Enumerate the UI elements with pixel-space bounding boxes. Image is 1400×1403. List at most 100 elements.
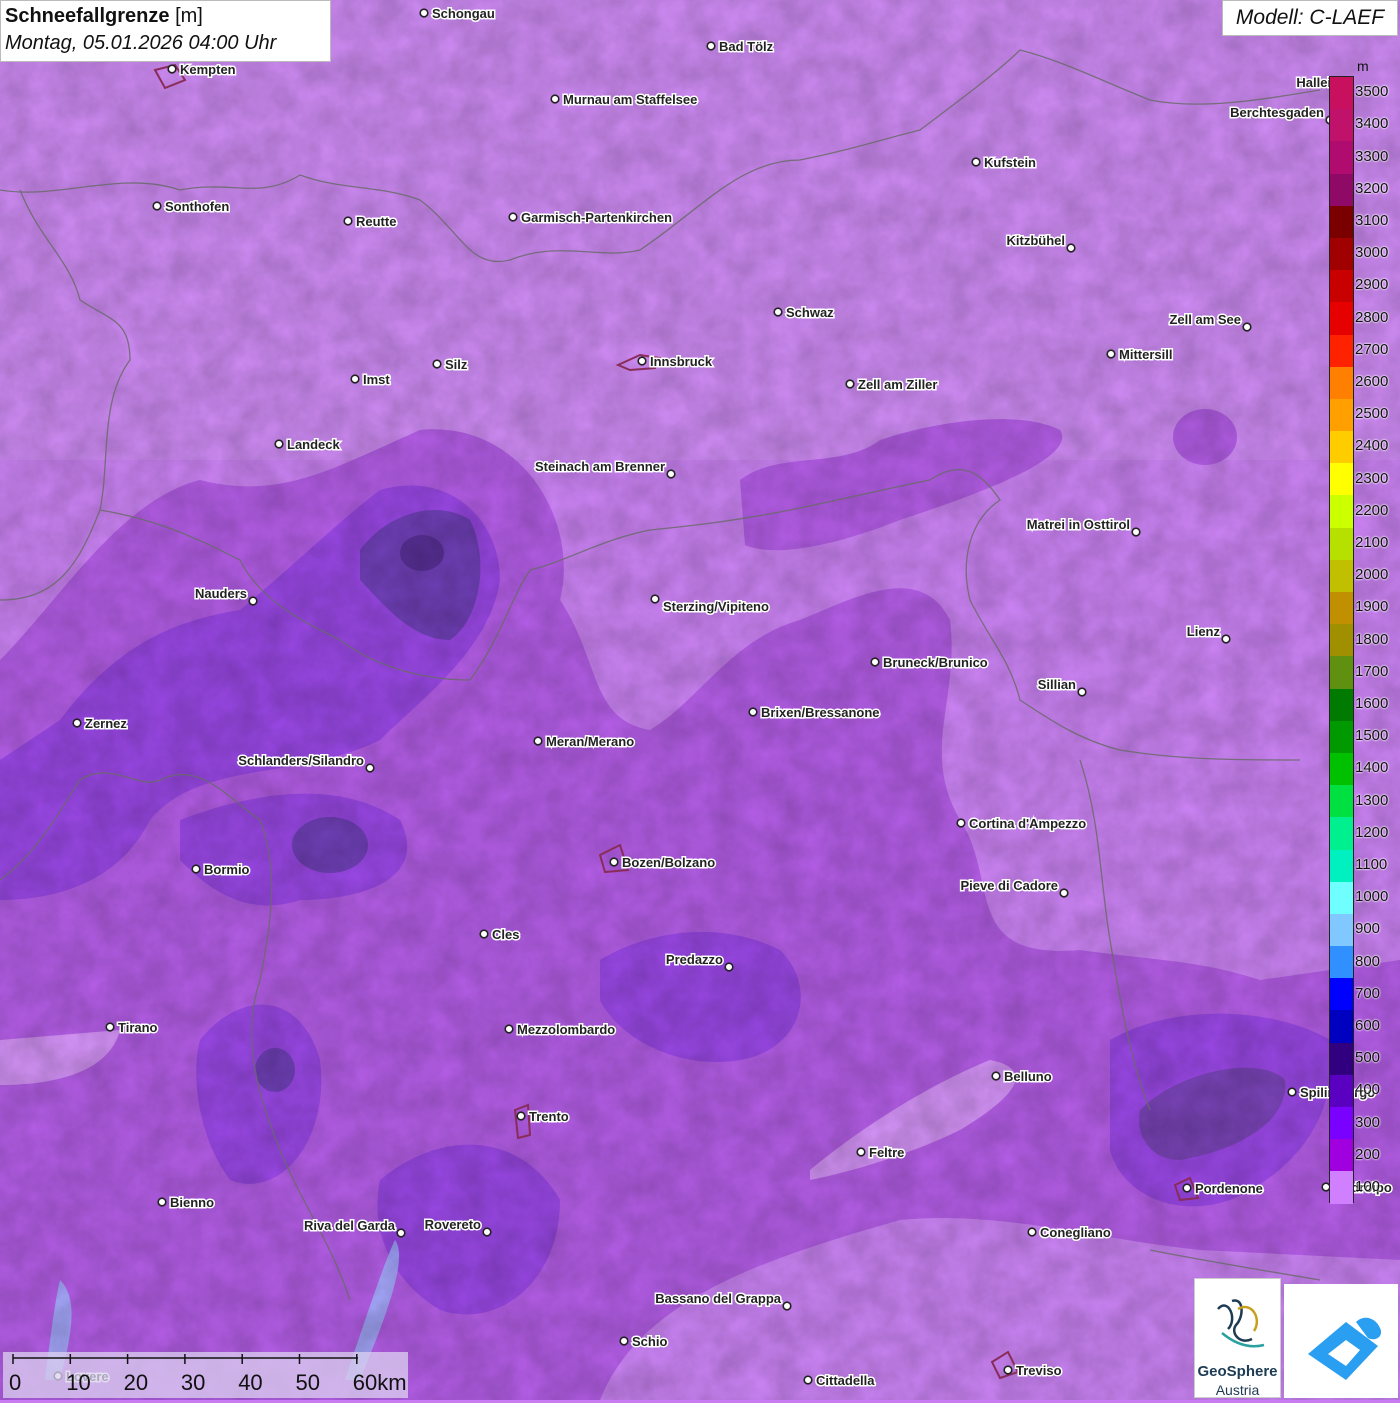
city-label: Predazzo (666, 952, 723, 967)
model-label: Modell: C-LAEF (1222, 0, 1398, 36)
scale-label: 0 (9, 1370, 22, 1395)
legend-label: 100 (1355, 1177, 1381, 1195)
city-dot (419, 8, 429, 18)
legend-swatch (1330, 752, 1353, 786)
legend-label: 3400 (1355, 115, 1389, 133)
legend-label: 2300 (1355, 469, 1389, 487)
city-label: Schlanders/Silandro (238, 753, 364, 768)
city-dot (956, 818, 966, 828)
city-dot (782, 1301, 792, 1311)
city-label: Steinach am Brenner (535, 459, 665, 474)
city-label: Riva del Garda (304, 1218, 396, 1233)
city-marker: Meran/Merano (533, 733, 636, 751)
legend-label: 500 (1355, 1049, 1381, 1067)
city-label: Pieve di Cadore (960, 878, 1058, 893)
home-icon (1308, 1317, 1382, 1380)
legend-label: 1300 (1355, 791, 1389, 809)
city-label: Sonthofen (165, 199, 229, 214)
city-label: Bruneck/Brunico (883, 655, 988, 670)
city-marker: Pordenone (1182, 1180, 1264, 1198)
legend-swatch (1330, 270, 1353, 303)
legend-label: 2400 (1355, 437, 1389, 455)
city-label: Sterzing/Vipiteno (663, 599, 769, 614)
city-label: Treviso (1016, 1363, 1062, 1378)
legend-swatch (1330, 1171, 1353, 1204)
city-label: Brixen/Bressanone (761, 705, 880, 720)
legend-label: 1400 (1355, 759, 1389, 777)
city-label: Zell am See (1169, 312, 1241, 327)
legend-label: 1900 (1355, 598, 1389, 616)
city-label: Trento (529, 1109, 569, 1124)
city-dot (706, 41, 716, 51)
city-label: Matrei in Osttirol (1027, 517, 1130, 532)
city-label: Pordenone (1195, 1181, 1263, 1196)
legend-label: 3100 (1355, 211, 1389, 229)
legend-label: 1200 (1355, 823, 1389, 841)
legend-label: 2600 (1355, 372, 1389, 390)
city-marker: Garmisch-Partenkirchen (508, 209, 674, 227)
city-dot (1003, 1365, 1013, 1375)
legend-label: 1600 (1355, 694, 1389, 712)
city-label: Kitzbühel (1007, 233, 1066, 248)
city-label: Mezzolombardo (517, 1022, 615, 1037)
city-marker: Brixen/Bressanone (748, 704, 881, 722)
city-label: Garmisch-Partenkirchen (521, 210, 672, 225)
legend-label: 400 (1355, 1081, 1381, 1099)
city-dot (724, 962, 734, 972)
city-dot (650, 594, 660, 604)
city-dot (666, 469, 676, 479)
city-dot (991, 1071, 1001, 1081)
city-label: Bad Tölz (719, 39, 774, 54)
city-dot (533, 736, 543, 746)
city-label: Bozen/Bolzano (622, 855, 715, 870)
legend-label: 2700 (1355, 340, 1389, 358)
city-label: Landeck (287, 437, 341, 452)
legend-swatch (1330, 817, 1353, 850)
legend-swatch (1330, 495, 1353, 528)
city-label: Feltre (869, 1145, 904, 1160)
city-label: Meran/Merano (546, 734, 634, 749)
city-label: Belluno (1004, 1069, 1052, 1084)
city-dot (637, 356, 647, 366)
legend-swatch (1330, 881, 1353, 914)
scale-bar: 0 10 20 30 40 50 60km (3, 1352, 408, 1398)
legend-label: 1500 (1355, 727, 1389, 745)
city-label: Berchtesgaden (1230, 105, 1324, 120)
legend-label: 1700 (1355, 662, 1389, 680)
legend-swatch (1330, 1107, 1353, 1140)
city-label: Silz (445, 357, 468, 372)
legend-swatch (1330, 463, 1353, 496)
legend-swatch (1330, 1010, 1353, 1043)
city-dot (432, 359, 442, 369)
legend-swatch (1330, 656, 1353, 689)
city-marker: Bruneck/Brunico (870, 654, 989, 672)
legend-swatch (1330, 978, 1353, 1011)
city-label: Innsbruck (650, 354, 713, 369)
geosphere-logo: GeoSphere Austria (1194, 1278, 1281, 1398)
city-dot (550, 94, 560, 104)
legend-swatch (1330, 527, 1353, 560)
legend-label: 700 (1355, 984, 1381, 1002)
city-dot (1106, 349, 1116, 359)
city-dot (1221, 634, 1231, 644)
city-dot (1027, 1227, 1037, 1237)
city-marker: Sonthofen (152, 198, 231, 216)
home-logo[interactable] (1284, 1284, 1398, 1398)
city-dot (167, 64, 177, 74)
city-dot (619, 1336, 629, 1346)
legend-color-bar (1329, 76, 1354, 1204)
city-label: Schwaz (786, 305, 834, 320)
legend-label: 200 (1355, 1145, 1381, 1163)
city-dot (856, 1147, 866, 1157)
city-label: Nauders (195, 586, 247, 601)
city-dot (248, 596, 258, 606)
city-dot (105, 1022, 115, 1032)
city-marker: Bozen/Bolzano (609, 854, 717, 872)
map-title: Schneefallgrenze [m] (5, 3, 326, 29)
city-marker: Schongau (419, 5, 496, 23)
legend-swatch (1330, 334, 1353, 367)
legend-swatch (1330, 592, 1353, 625)
legend-label: 2500 (1355, 405, 1389, 423)
map-title-unit: [m] (175, 5, 203, 27)
legend-swatch (1330, 302, 1353, 335)
